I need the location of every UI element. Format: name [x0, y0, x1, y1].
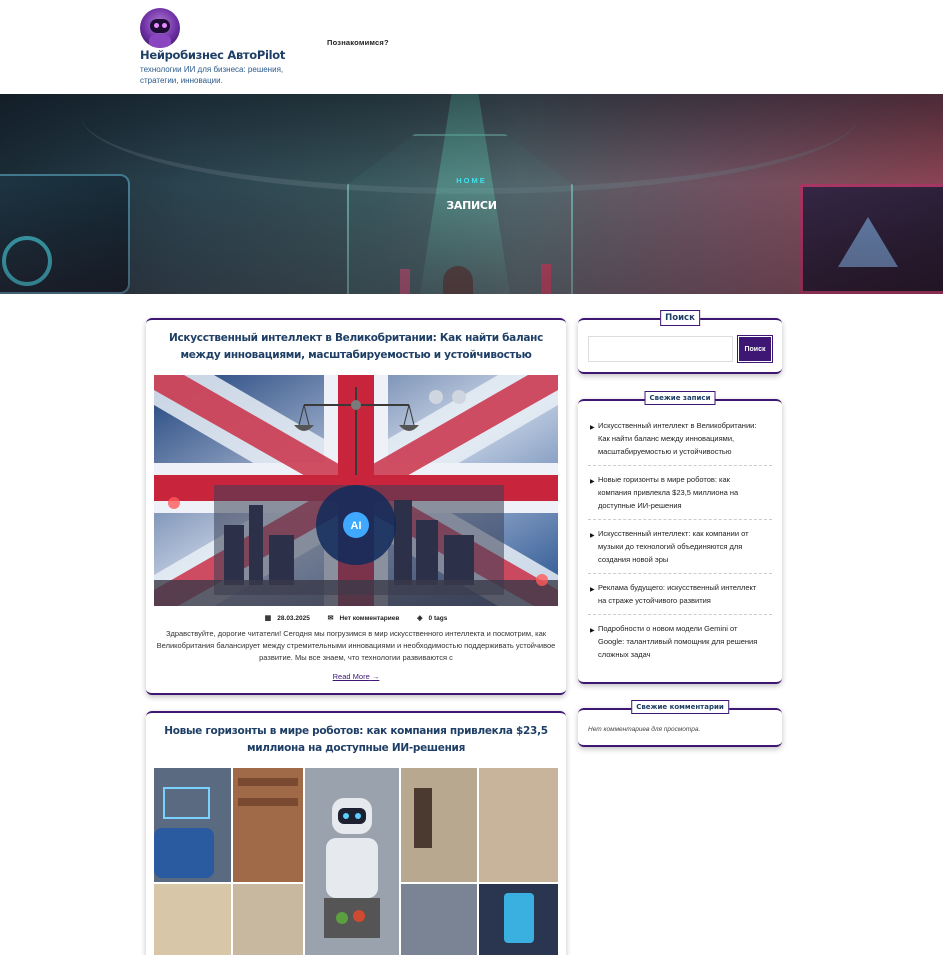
- recent-post-item[interactable]: ▶ Реклама будущего: искусственный интелле…: [588, 581, 772, 615]
- post-title-link[interactable]: Искусственный интеллект в Великобритании…: [154, 330, 558, 364]
- recent-post-link[interactable]: Искусственный интеллект в Великобритании…: [598, 421, 756, 456]
- post-image-uk-ai-illustration: AI: [154, 375, 558, 606]
- recent-post-item[interactable]: ▶ Искусственный интеллект в Великобритани…: [588, 419, 772, 466]
- arrow-right-icon: →: [371, 672, 380, 681]
- caret-right-icon: ▶: [590, 533, 595, 539]
- site-logo-robot-icon[interactable]: [140, 8, 180, 48]
- post-excerpt: Здравствуйте, дорогие читатели! Сегодня …: [156, 629, 556, 662]
- post-featured-image[interactable]: [154, 768, 558, 955]
- recent-post-link[interactable]: Искусственный интеллект: как компании от…: [598, 529, 749, 564]
- site-title[interactable]: Нейробизнес АвтоPilot: [140, 48, 285, 62]
- site-header: Нейробизнес АвтоPilot технологии ИИ для …: [0, 0, 943, 94]
- hero-overlay: [0, 94, 943, 294]
- svg-text:AI: AI: [351, 520, 362, 532]
- post-image-robots-collage: [154, 768, 558, 955]
- read-more-label: Read More: [332, 672, 370, 681]
- post-tags-count: 0 tags: [428, 615, 448, 622]
- post-meta-comments[interactable]: ✉ Нет комментариев: [324, 615, 404, 622]
- post-card: Новые горизонты в мире роботов: как комп…: [146, 711, 566, 955]
- caret-right-icon: ▶: [590, 425, 595, 431]
- search-widget: Поиск Поиск: [578, 310, 782, 374]
- tags-icon: ◈: [417, 615, 423, 622]
- post-title-link[interactable]: Новые горизонты в мире роботов: как комп…: [154, 723, 558, 757]
- post-meta-date: ▦ 28.03.2025: [261, 615, 314, 622]
- comments-icon: ✉: [327, 615, 334, 622]
- recent-posts-list: ▶ Искусственный интеллект в Великобритани…: [588, 419, 772, 675]
- recent-post-link[interactable]: Новые горизонты в мире роботов: как комп…: [598, 475, 738, 510]
- recent-post-item[interactable]: ▶ Новые горизонты в мире роботов: как ком…: [588, 473, 772, 520]
- post-meta: ▦ 28.03.2025 ✉ Нет комментариев ◈ 0 tags: [146, 614, 566, 622]
- post-meta-tags[interactable]: ◈ 0 tags: [413, 615, 451, 622]
- recent-posts-title: Свежие записи: [644, 391, 716, 405]
- nav-item-about[interactable]: Познакомимся?: [327, 38, 389, 47]
- search-input[interactable]: [588, 336, 733, 362]
- recent-comments-title: Свежие комментарии: [631, 700, 729, 714]
- calendar-icon: ▦: [264, 615, 272, 622]
- read-more-link[interactable]: Read More →: [146, 672, 566, 681]
- breadcrumb-home[interactable]: HOME: [0, 176, 943, 185]
- search-button[interactable]: Поиск: [737, 335, 773, 363]
- caret-right-icon: ▶: [590, 587, 595, 593]
- recent-post-item[interactable]: ▶ Подробности о новом модели Gemini от Go…: [588, 622, 772, 668]
- recent-posts-widget: Свежие записи ▶ Искусственный интеллект в…: [578, 391, 782, 684]
- post-card: Искусственный интеллект в Великобритании…: [146, 318, 566, 695]
- post-comments-count: Нет комментариев: [339, 615, 400, 622]
- recent-post-item[interactable]: ▶ Искусственный интеллект: как компании о…: [588, 527, 772, 574]
- caret-right-icon: ▶: [590, 479, 595, 485]
- search-widget-title: Поиск: [660, 310, 700, 326]
- recent-post-link[interactable]: Реклама будущего: искусственный интеллек…: [598, 583, 756, 605]
- post-date: 28.03.2025: [277, 615, 310, 622]
- recent-post-link[interactable]: Подробности о новом модели Gemini от Goo…: [598, 624, 757, 659]
- page-title: ЗАПИСИ: [446, 199, 497, 212]
- caret-right-icon: ▶: [590, 628, 595, 634]
- post-featured-image[interactable]: AI: [154, 375, 558, 606]
- no-comments-text: Нет комментариев для просмотра.: [588, 726, 701, 733]
- site-description: технологии ИИ для бизнеса: решения, стра…: [140, 65, 284, 85]
- hero-banner: HOME ЗАПИСИ: [0, 94, 943, 294]
- recent-comments-widget: Свежие комментарии Нет комментариев для …: [578, 700, 782, 747]
